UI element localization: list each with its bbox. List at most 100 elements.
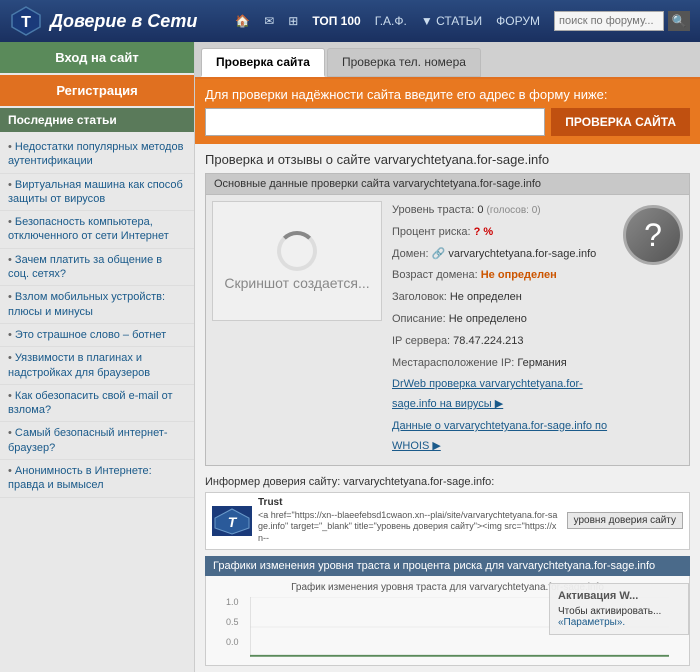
check-site-button[interactable]: ПРОВЕРКА САЙТА [551,108,690,136]
sidebar-articles-list: Недостатки популярных методов аутентифик… [0,132,194,502]
trust-details: Уровень траста: 0 (голосов: 0) Процент р… [392,201,613,459]
age-row: Возраст домена: Не определен [392,266,613,286]
svg-text:T: T [21,14,31,31]
ip-value: 78.47.224.213 [453,335,523,347]
page-header-value: Не определен [450,291,522,303]
sidebar-article-item[interactable]: Безопасность компьютера, отключенного от… [0,211,194,249]
site-title: Доверие в Сети [50,11,197,32]
trust-box-header: Основные данные проверки сайта varvarych… [206,174,689,195]
logo: T Доверие в Сети [10,5,197,37]
whois-row[interactable]: Данные о varvarychtetyana.for-sage.info … [392,417,613,457]
logo-icon: T [10,5,42,37]
banner-text: Для проверки надёжности сайта введите ег… [205,87,690,102]
sidebar: Вход на сайт Регистрация Последние стать… [0,42,195,672]
sidebar-article-item[interactable]: Самый безопасный интернет-браузер? [0,422,194,460]
location-label: Местарасположение IP: [392,357,517,369]
nav-mail[interactable]: ✉ [264,14,274,28]
virus-check-link[interactable]: DrWeb проверка varvarychtetyana.for-sage… [392,378,583,410]
informer-box: T Trust <a href="https://xn--blaeefebsd1… [205,492,690,550]
login-button[interactable]: Вход на сайт [0,42,194,73]
sidebar-article-item[interactable]: Виртуальная машина как способ защиты от … [0,174,194,212]
trust-level-row: Уровень траста: 0 (голосов: 0) [392,201,613,221]
ip-row: IP сервера: 78.47.224.213 [392,332,613,352]
search-input[interactable] [554,11,664,31]
trust-badge: ? [623,201,683,459]
check-form: ПРОВЕРКА САЙТА [205,108,690,136]
informer-code[interactable]: <a href="https://xn--blaeefebsd1cwaon.xn… [258,510,561,545]
site-url-input[interactable] [205,108,545,136]
sidebar-article-item[interactable]: Взлом мобильных устройств: плюсы и минус… [0,286,194,324]
graph-area: График изменения уровня траста для varva… [205,576,690,666]
age-value: Не определен [481,269,557,281]
desc-value: Не определено [449,313,527,325]
sidebar-article-item[interactable]: Зачем платить за общение в соц. сетях? [0,249,194,287]
check-banner: Для проверки надёжности сайта введите ег… [195,79,700,144]
tab-check-phone[interactable]: Проверка тел. номера [327,48,481,77]
nav-grid[interactable]: ⊞ [288,14,298,28]
informer-preview: уровня доверия сайту [567,512,683,529]
windows-title: Активация W... [558,590,680,602]
sidebar-article-item[interactable]: Уязвимости в плагинах и надстройках для … [0,347,194,385]
tab-check-site[interactable]: Проверка сайта [201,48,325,77]
layout: Вход на сайт Регистрация Последние стать… [0,42,700,672]
sidebar-article-item[interactable]: Как обезопасить свой e-mail от взлома? [0,385,194,423]
nav-top100[interactable]: ТОП 100 [312,14,360,28]
virus-check-row[interactable]: DrWeb проверка varvarychtetyana.for-sage… [392,375,613,415]
domain-icon: 🔗 [432,248,446,260]
tabs: Проверка сайта Проверка тел. номера [195,42,700,79]
graph-header: Графики изменения уровня траста и процен… [205,556,690,576]
main-content: Проверка сайта Проверка тел. номера Для … [195,42,700,672]
trust-level-label: Уровень траста: [392,204,477,216]
informer-code-area: Trust <a href="https://xn--blaeefebsd1cw… [258,497,561,545]
screenshot-label: Скриншот создается... [224,275,369,291]
location-value: Германия [517,357,566,369]
graph-section: Графики изменения уровня траста и процен… [205,556,690,666]
nav-forum[interactable]: ФОРУМ [496,14,540,28]
nav-faq[interactable]: Г.А.Ф. [375,14,407,28]
risk-value: ? % [474,226,494,238]
sidebar-article-item[interactable]: Недостатки популярных методов аутентифик… [0,136,194,174]
graph-y-mid: 0.5 [226,617,239,627]
risk-row: Процент риска: ? % [392,223,613,243]
sidebar-articles-title: Последние статьи [0,108,194,132]
header: T Доверие в Сети 🏠 ✉ ⊞ ТОП 100 Г.А.Ф. ▼ … [0,0,700,42]
nav-home[interactable]: 🏠 [235,14,250,28]
windows-text: Чтобы активировать... [558,606,680,617]
nav: 🏠 ✉ ⊞ ТОП 100 Г.А.Ф. ▼ СТАТЬИ ФОРУМ 🔍 [235,11,690,31]
search-button[interactable]: 🔍 [668,11,690,31]
desc-row: Описание: Не определено [392,310,613,330]
svg-text:T: T [228,514,238,530]
sidebar-article-item[interactable]: Это страшное слово – ботнет [0,324,194,347]
header-row: Заголовок: Не определен [392,288,613,308]
windows-activation-overlay: Активация W... Чтобы активировать... «Па… [549,583,689,635]
trust-votes: (голосов: 0) [487,205,541,216]
risk-label: Процент риска: [392,226,474,238]
trust-level-value: 0 [477,204,483,216]
nav-articles[interactable]: ▼ СТАТЬИ [421,14,482,28]
site-info-prefix: Проверка и отзывы о сайте [205,152,374,167]
site-info-domain: varvarychtetyana.for-sage.info [374,152,549,167]
trust-badge-icon: ? [623,205,683,265]
whois-link[interactable]: Данные о varvarychtetyana.for-sage.info … [392,420,607,452]
domain-value: varvarychtetyana.for-sage.info [448,248,596,260]
domain-row: Домен: 🔗 varvarychtetyana.for-sage.info [392,245,613,265]
ip-label: IP сервера: [392,335,453,347]
graph-y-max: 1.0 [226,597,239,607]
windows-link: «Параметры». [558,617,680,628]
graph-y-min: 0.0 [226,637,239,647]
screenshot-area: Скриншот создается... [212,201,382,321]
age-label: Возраст домена: [392,269,481,281]
loading-spinner [277,231,317,271]
main-wrapper: Проверка сайта Проверка тел. номера Для … [195,42,700,666]
location-row: Местарасположение IP: Германия [392,354,613,374]
page-header-label: Заголовок: [392,291,450,303]
search-form: 🔍 [554,11,690,31]
site-info: Проверка и отзывы о сайте varvarychtetya… [195,144,700,470]
informer-logo: T [212,506,252,536]
informer-section: Информер доверия сайту: varvarychtetyana… [205,476,690,550]
domain-label: Домен: [392,248,432,260]
site-info-title: Проверка и отзывы о сайте varvarychtetya… [205,152,690,167]
register-button[interactable]: Регистрация [0,75,194,106]
trust-box: Основные данные проверки сайта varvarych… [205,173,690,466]
sidebar-article-item[interactable]: Анонимность в Интернете: правда и вымысе… [0,460,194,498]
